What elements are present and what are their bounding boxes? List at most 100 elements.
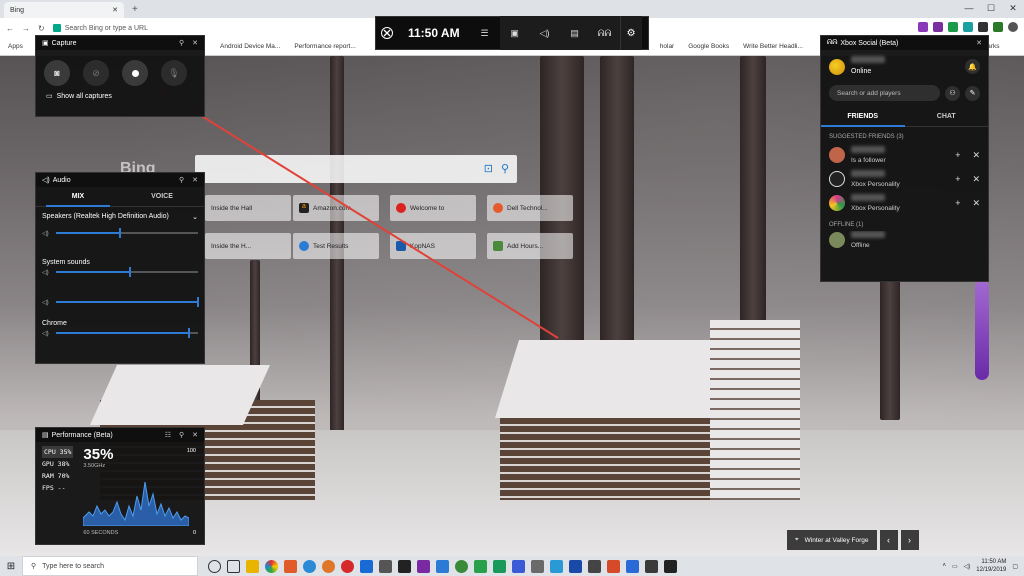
social-title: Xbox Social (Beta) [840, 39, 899, 47]
options-icon[interactable]: ☷ [165, 431, 171, 439]
volume-icon[interactable]: ◁) [964, 563, 971, 570]
dismiss-icon[interactable]: ✕ [972, 150, 980, 161]
app-icon[interactable] [436, 559, 449, 573]
start-button[interactable]: ⊞ [0, 556, 22, 576]
next-image-button[interactable]: › [900, 530, 919, 550]
firefox-icon[interactable] [322, 559, 335, 573]
speaker-icon: ◁) [42, 177, 50, 184]
brave-icon[interactable] [284, 559, 297, 573]
app-volume-slider[interactable]: ◁) [36, 296, 204, 308]
friend-row[interactable]: Xbox Personality + ✕ [821, 167, 988, 191]
pin-icon[interactable]: ⚲ [179, 39, 184, 47]
opera-icon[interactable] [341, 559, 354, 573]
avatar[interactable] [829, 58, 845, 75]
file-explorer-icon[interactable] [246, 559, 259, 573]
task-view-icon[interactable] [227, 559, 240, 573]
wallpaper-info[interactable]: ⌖ Winter at Valley Forge [787, 530, 877, 550]
xbox-icon[interactable] [376, 16, 398, 50]
metric-row-gpu[interactable]: GPU 38% [42, 458, 73, 470]
chrome-icon[interactable] [265, 559, 278, 573]
add-icon[interactable]: + [955, 150, 960, 161]
metric-row-fps[interactable]: FPS -- [42, 482, 73, 494]
app-icon[interactable] [474, 559, 487, 573]
app-icon[interactable] [626, 559, 639, 573]
cpu-clock: 3.50GHz [83, 463, 106, 469]
performance-icon[interactable]: ▤ [560, 16, 590, 50]
tab-chat[interactable]: CHAT [905, 107, 989, 126]
store-icon[interactable] [398, 559, 411, 573]
edge-icon[interactable] [303, 559, 316, 573]
app-icon[interactable] [588, 559, 601, 573]
record-last-30s-button[interactable]: ⊘ [83, 60, 109, 86]
cortana-icon[interactable] [208, 559, 221, 573]
outlook-icon[interactable] [360, 559, 373, 573]
friend-row[interactable]: Is a follower + ✕ [821, 143, 988, 167]
user-status: Online [851, 68, 872, 75]
onenote-icon[interactable] [417, 559, 430, 573]
close-icon[interactable]: ✕ [976, 39, 982, 47]
notifications-icon[interactable]: ▢ [1012, 563, 1018, 570]
close-icon[interactable]: ✕ [192, 431, 198, 439]
metric-row-ram[interactable]: RAM 70% [42, 470, 73, 482]
close-icon[interactable]: ✕ [192, 176, 198, 184]
search-placeholder: Search or add players [837, 89, 901, 97]
tray-overflow-icon[interactable]: ˄ [942, 563, 946, 569]
gamertag-redacted [851, 169, 885, 177]
wallpaper-title: Winter at Valley Forge [804, 536, 869, 544]
social-icon[interactable]: ᕱᕱ [590, 16, 620, 50]
tab-mix[interactable]: MIX [36, 187, 120, 207]
metric-row-cpu[interactable]: CPU 35% [42, 446, 74, 458]
add-friend-icon[interactable]: ⚇ [945, 85, 960, 101]
app-icon[interactable] [550, 559, 563, 573]
app-icon[interactable] [455, 559, 468, 573]
player-search-input[interactable]: Search or add players [829, 85, 940, 101]
add-icon[interactable]: + [955, 198, 960, 209]
word-icon[interactable] [569, 559, 582, 573]
system-sounds-slider[interactable]: ◁) [36, 266, 204, 278]
friend-row[interactable]: Offline [821, 231, 988, 249]
performance-body: CPU 35% GPU 38% RAM 70% FPS -- 35% 3.50G… [36, 442, 204, 538]
chrome-volume-slider[interactable]: ◁) [36, 327, 204, 339]
app-icon[interactable] [512, 559, 525, 573]
capture-icon[interactable]: ▣ [500, 16, 530, 50]
add-icon[interactable]: + [955, 174, 960, 185]
menu-icon[interactable]: ☰ [470, 16, 500, 50]
notification-bell-icon[interactable]: 🔔 [965, 59, 980, 74]
device-volume-slider[interactable]: ◁) [36, 227, 204, 239]
chevron-right-icon: › [908, 535, 911, 545]
record-icon [131, 69, 139, 77]
taskbar-search[interactable]: ⚲ Type here to search [22, 556, 198, 576]
app-icon[interactable] [493, 559, 506, 573]
close-icon[interactable]: ✕ [192, 39, 198, 47]
show-all-captures-link[interactable]: ▭ Show all captures [36, 92, 204, 101]
app-icon[interactable] [531, 559, 544, 573]
app-icon[interactable] [645, 559, 658, 573]
start-recording-button[interactable] [122, 60, 148, 86]
clock[interactable]: 11:50 AM 12/19/2019 [976, 558, 1006, 574]
previous-image-button[interactable]: ‹ [879, 530, 898, 550]
search-icon: ⚲ [31, 563, 37, 570]
friend-row[interactable]: Xbox Personality + ✕ [821, 191, 988, 215]
tab-voice[interactable]: VOICE [120, 187, 204, 206]
settings-icon[interactable]: ⚙ [619, 16, 642, 50]
network-icon[interactable]: ▭ [952, 563, 958, 570]
pin-icon[interactable]: ⚲ [179, 431, 184, 439]
dismiss-icon[interactable]: ✕ [972, 198, 980, 209]
xbox-avatar-icon [829, 171, 845, 187]
avatar [829, 232, 845, 248]
chevron-left-icon: ‹ [887, 535, 890, 545]
device-selector[interactable]: Speakers (Realtek High Definition Audio)… [42, 207, 198, 221]
app-icon[interactable] [607, 559, 620, 573]
tab-friends[interactable]: FRIENDS [821, 107, 905, 127]
xbox-icon[interactable] [664, 559, 677, 573]
audio-icon[interactable]: ◁) [530, 16, 560, 50]
microphone-toggle-button[interactable]: 🎙 [161, 60, 187, 86]
compose-message-icon[interactable]: ✎ [965, 85, 980, 101]
wallpaper-caption: ⌖ Winter at Valley Forge ‹ › [787, 530, 919, 550]
dismiss-icon[interactable]: ✕ [972, 174, 980, 185]
social-icon: ᕱᕱ [827, 39, 838, 46]
game-bar-time: 11:50 AM [408, 26, 460, 40]
app-icon[interactable] [379, 559, 392, 573]
pin-icon[interactable]: ⚲ [179, 176, 184, 184]
screenshot-button[interactable]: ◙ [44, 60, 70, 86]
